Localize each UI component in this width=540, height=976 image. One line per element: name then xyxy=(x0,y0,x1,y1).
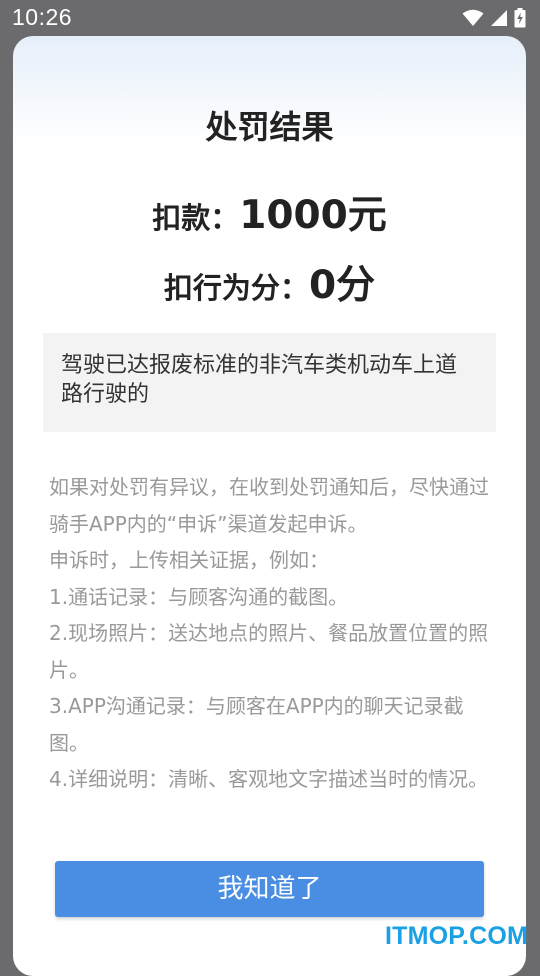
fine-label: 扣款： xyxy=(152,201,240,235)
status-bar: 10:26 xyxy=(0,0,540,36)
appeal-line: 申诉时，上传相关证据，例如： xyxy=(49,548,329,572)
acknowledge-button[interactable]: 我知道了 xyxy=(55,861,484,917)
points-row: 扣行为分：0分 xyxy=(13,254,526,310)
points-value: 0分 xyxy=(308,263,376,308)
appeal-line: 1.通话记录：与顾客沟通的截图。 xyxy=(49,584,349,609)
appeal-instructions: 如果对处罚有异议，在收到处罚通知后，尽快通过骑手APP内的“申诉”渠道发起申诉。… xyxy=(49,469,495,798)
points-label: 扣行为分： xyxy=(163,271,309,305)
cellular-signal-icon xyxy=(490,9,508,27)
penalty-result-dialog: 处罚结果 扣款：1000元 扣行为分：0分 驾驶已达报废标准的非汽车类机动车上道… xyxy=(13,36,526,976)
status-time: 10:26 xyxy=(12,4,73,30)
appeal-line: 2.现场照片：送达地点的照片、餐品放置位置的照片。 xyxy=(49,621,489,682)
watermark-logo: ITMOP.COM xyxy=(384,922,528,950)
battery-charging-icon xyxy=(514,8,526,28)
dialog-title: 处罚结果 xyxy=(205,108,334,146)
wifi-icon xyxy=(462,9,484,27)
fine-row: 扣款：1000元 xyxy=(13,184,526,240)
fine-value: 1000元 xyxy=(239,193,387,238)
violation-reason: 驾驶已达报废标准的非汽车类机动车上道路行驶的 xyxy=(43,333,496,432)
appeal-line: 4.详细说明：清晰、客观地文字描述当时的情况。 xyxy=(49,767,489,791)
status-icons xyxy=(462,8,526,28)
appeal-line: 3.APP沟通记录：与顾客在APP内的聊天记录截图。 xyxy=(49,694,464,755)
appeal-line: 如果对处罚有异议，在收到处罚通知后，尽快通过骑手APP内的“申诉”渠道发起申诉。 xyxy=(49,475,489,536)
